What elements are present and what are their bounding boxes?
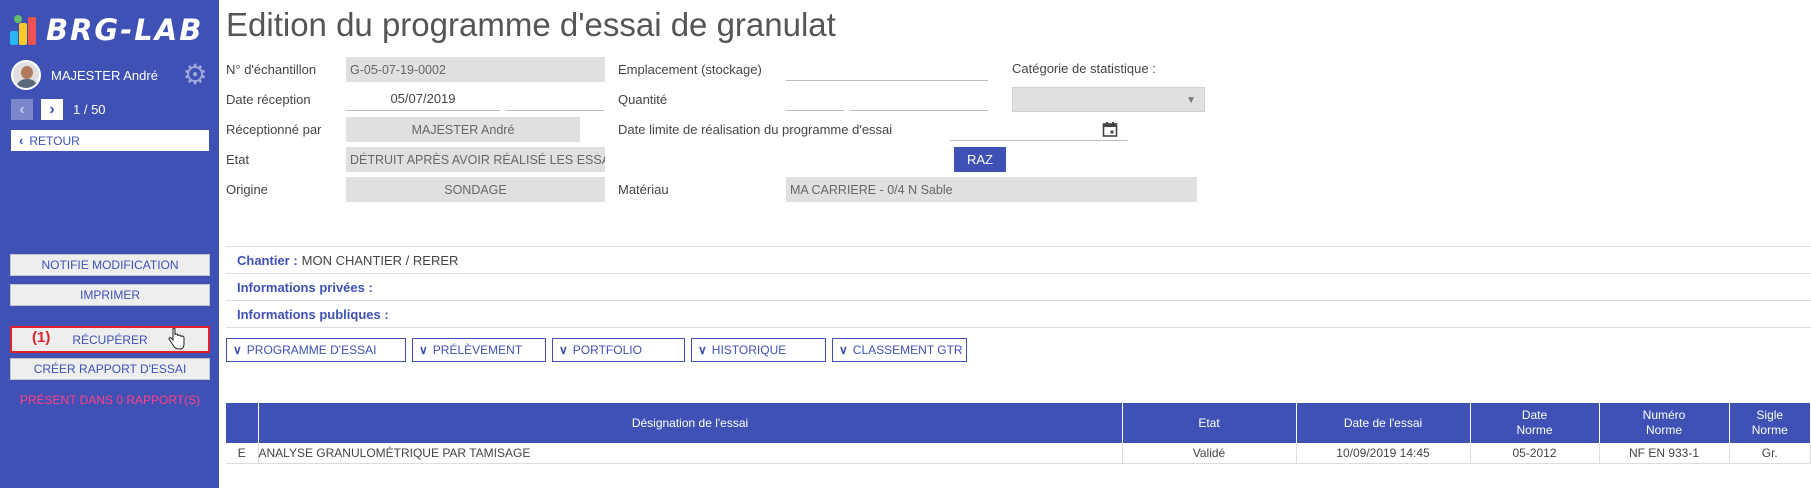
etat-label: Etat <box>226 152 250 167</box>
chevron-left-icon: ‹ <box>19 133 24 148</box>
numero-norme-column-header[interactable]: Numéro Norme <box>1599 403 1730 443</box>
origine-field[interactable]: SONDAGE <box>346 177 605 202</box>
header-line: Sigle <box>1756 408 1784 422</box>
materiau-label: Matériau <box>618 182 669 197</box>
etat-field[interactable]: DÉTRUIT APRÈS AVOIR RÉALISÉ LES ESSAIS <box>346 147 605 172</box>
quantite-unit-field[interactable] <box>850 87 988 111</box>
table-header-row: Désignation de l'essai Etat Date de l'es… <box>226 403 1811 443</box>
tab-label: CLASSEMENT GTR <box>852 343 963 357</box>
user-profile[interactable]: MAJESTER André <box>11 60 158 90</box>
etat-cell: Validé <box>1122 443 1297 464</box>
creer-rapport-button[interactable]: CRÉER RAPPORT D'ESSAI <box>10 358 210 380</box>
date-norme-column-header[interactable]: Date Norme <box>1470 403 1600 443</box>
retour-label: RETOUR <box>29 133 80 148</box>
designation-column-header[interactable]: Désignation de l'essai <box>258 403 1123 443</box>
tab-prelevement[interactable]: ∨ PRÉLÈVEMENT <box>412 338 546 362</box>
gear-icon[interactable]: ⚙ <box>182 61 208 89</box>
chevron-down-icon: ▼ <box>1186 95 1196 106</box>
informations-publiques-row[interactable]: Informations publiques : <box>226 301 1811 328</box>
chevron-down-icon: ∨ <box>233 343 242 357</box>
tab-label: PROGRAMME D'ESSAI <box>246 343 377 357</box>
tab-programme-essai[interactable]: ∨ PROGRAMME D'ESSAI <box>226 338 406 362</box>
avatar <box>11 60 41 90</box>
page-title: Edition du programme d'essai de granulat <box>226 6 836 43</box>
header-line: Norme <box>1751 423 1788 437</box>
informations-privees-label: Informations privées : <box>237 279 373 295</box>
header-line: Date <box>1521 408 1548 422</box>
receptionne-field[interactable]: MAJESTER André <box>346 117 580 142</box>
chantier-label: Chantier : <box>237 252 298 268</box>
pager-text: 1 / 50 <box>73 102 106 117</box>
echantillon-field[interactable]: G-05-07-19-0002 <box>346 57 605 82</box>
header-line: Norme <box>1645 423 1682 437</box>
quantite-label: Quantité <box>618 92 668 107</box>
informations-privees-row[interactable]: Informations privées : <box>226 274 1811 301</box>
date-reception-label: Date réception <box>226 92 311 107</box>
sigle-norme-column-header[interactable]: Sigle Norme <box>1729 403 1811 443</box>
app-logo[interactable]: BRG-LAB <box>10 10 203 50</box>
origine-label: Origine <box>226 182 268 197</box>
date-essai-column-header[interactable]: Date de l'essai <box>1296 403 1471 443</box>
hand-cursor-icon <box>168 328 185 350</box>
tab-classement-gtr[interactable]: ∨ CLASSEMENT GTR <box>832 338 967 362</box>
echantillon-label: N° d'échantillon <box>226 62 317 77</box>
tab-label: HISTORIQUE <box>711 343 787 357</box>
date-reception-time-field[interactable] <box>506 87 604 111</box>
essais-table: Désignation de l'essai Etat Date de l'es… <box>226 403 1811 464</box>
date-norme-cell: 05-2012 <box>1470 443 1600 464</box>
designation-cell[interactable]: ANALYSE GRANULOMÉTRIQUE PAR TAMISAGE <box>258 443 1123 464</box>
tab-historique[interactable]: ∨ HISTORIQUE <box>691 338 826 362</box>
emplacement-field[interactable] <box>786 57 988 81</box>
chevron-right-icon[interactable]: › <box>41 99 63 120</box>
chantier-value: MON CHANTIER / RERER <box>301 252 459 268</box>
logo-text: BRG-LAB <box>46 13 204 47</box>
sigle-norme-cell: Gr. <box>1729 443 1811 464</box>
date-reception-field[interactable]: 05/07/2019 <box>346 87 500 111</box>
imprimer-button[interactable]: IMPRIMER <box>10 284 210 306</box>
receptionne-label: Réceptionné par <box>226 122 322 137</box>
raz-button[interactable]: RAZ <box>954 147 1006 172</box>
annotation-marker: (1) <box>32 329 51 346</box>
emplacement-label: Emplacement (stockage) <box>618 62 762 77</box>
chevron-down-icon: ∨ <box>419 343 428 357</box>
calendar-icon[interactable] <box>1102 121 1118 137</box>
quantite-field[interactable] <box>786 87 844 111</box>
header-line: Numéro <box>1642 408 1686 422</box>
notifie-modification-button[interactable]: NOTIFIE MODIFICATION <box>10 254 210 276</box>
header-line: Norme <box>1516 423 1553 437</box>
tab-portfolio[interactable]: ∨ PORTFOLIO <box>552 338 685 362</box>
informations-publiques-label: Informations publiques : <box>237 306 389 322</box>
logo-mark-icon <box>10 13 42 47</box>
materiau-field[interactable]: MA CARRIERE - 0/4 N Sable <box>786 177 1197 202</box>
categorie-select[interactable]: ▼ <box>1012 87 1205 112</box>
record-pager: ‹ › 1 / 50 <box>11 99 106 120</box>
tab-label: PRÉLÈVEMENT <box>432 343 523 357</box>
categorie-label: Catégorie de statistique : <box>1012 61 1156 76</box>
tab-label: PORTFOLIO <box>572 343 642 357</box>
date-limite-label: Date limite de réalisation du programme … <box>618 122 893 137</box>
table-row[interactable]: E ANALYSE GRANULOMÉTRIQUE PAR TAMISAGE V… <box>226 443 1811 464</box>
numero-norme-cell: NF EN 933-1 <box>1599 443 1730 464</box>
row-marker: E <box>226 443 259 464</box>
chevron-down-icon: ∨ <box>559 343 568 357</box>
chevron-down-icon: ∨ <box>839 343 848 357</box>
user-name: MAJESTER André <box>51 67 158 83</box>
marker-column-header <box>226 403 259 443</box>
etat-column-header[interactable]: Etat <box>1122 403 1297 443</box>
retour-button[interactable]: ‹ RETOUR <box>11 130 209 151</box>
chantier-row: Chantier : MON CHANTIER / RERER <box>226 247 1811 274</box>
present-rapports-link[interactable]: PRÉSENT DANS 0 RAPPORT(S) <box>10 393 210 407</box>
date-essai-cell: 10/09/2019 14:45 <box>1296 443 1471 464</box>
chevron-down-icon: ∨ <box>698 343 707 357</box>
chevron-left-icon[interactable]: ‹ <box>11 99 33 120</box>
sidebar: BRG-LAB MAJESTER André ⚙ ‹ › 1 / 50 ‹ RE… <box>0 0 219 488</box>
